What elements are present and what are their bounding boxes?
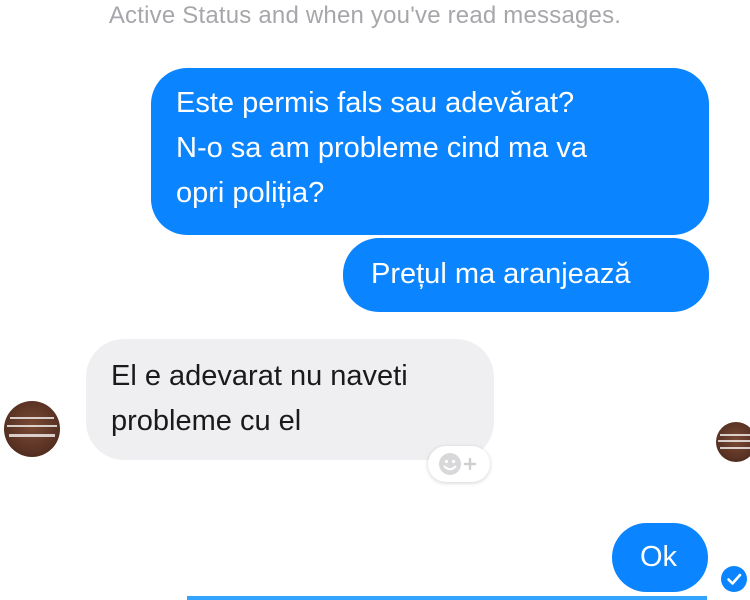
message-bubble-sent[interactable]: Prețul ma aranjează — [343, 238, 709, 312]
message-line: N-o sa am probleme cind ma va — [176, 132, 587, 164]
message-bubble-sent[interactable]: Este permis fals sau adevărat? N-o sa am… — [151, 68, 709, 235]
message-bubble-sent[interactable]: Ok — [612, 523, 708, 592]
smiley-plus-icon — [439, 453, 477, 475]
message-line: Este permis fals sau adevărat? — [176, 87, 575, 119]
contact-avatar[interactable] — [4, 401, 60, 457]
message-line: probleme cu el — [111, 405, 302, 437]
message-bubble-received[interactable]: El e adevarat nu naveti probleme cu el — [86, 339, 494, 460]
read-receipts-notice: Active Status and when you've read messa… — [108, 2, 622, 29]
message-line: El e adevarat nu naveti — [111, 360, 408, 392]
message-line: Ok — [640, 541, 678, 573]
seen-avatar — [716, 422, 750, 462]
message-line: Prețul ma aranjează — [371, 258, 631, 290]
add-reaction-button[interactable] — [428, 446, 490, 482]
checkmark-icon — [727, 573, 742, 585]
message-line: opri poliția? — [176, 177, 325, 209]
delivered-status — [721, 566, 747, 592]
composer-edge — [187, 596, 707, 600]
